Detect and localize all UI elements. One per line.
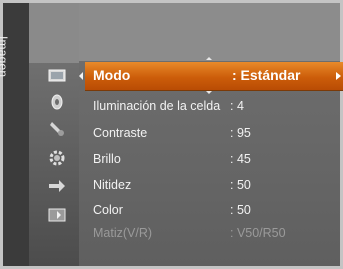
menu-item-label[interactable]: Contraste bbox=[93, 126, 147, 140]
scroll-up-arrow-icon[interactable] bbox=[206, 57, 212, 60]
menu-item-label[interactable]: Iluminación de la celda bbox=[93, 99, 220, 113]
menu-item-label[interactable]: Color bbox=[93, 203, 123, 217]
side-tab-text: Imagen bbox=[0, 36, 10, 78]
input-icon[interactable] bbox=[47, 176, 67, 196]
side-tab-label: Imagen bbox=[0, 36, 10, 102]
icon-column-shade bbox=[29, 3, 79, 63]
menu-item-value: : 50 bbox=[230, 203, 251, 217]
sound-icon[interactable] bbox=[47, 92, 67, 112]
selected-row-label: Modo bbox=[93, 67, 131, 83]
menu-item-label[interactable]: Nitidez bbox=[93, 178, 131, 192]
setup-icon[interactable] bbox=[47, 148, 67, 168]
menu-item-label[interactable]: Brillo bbox=[93, 152, 121, 166]
channel-icon[interactable] bbox=[47, 118, 67, 138]
menu-item-label-disabled: Matiz(V/R) bbox=[93, 226, 153, 240]
menu-item-value-disabled: : V50/R50 bbox=[230, 226, 286, 240]
right-arrow-icon[interactable] bbox=[336, 72, 341, 80]
menu-item-value: : 45 bbox=[230, 152, 251, 166]
scroll-down-arrow-icon[interactable] bbox=[206, 91, 212, 94]
menu-item-value: : 4 bbox=[230, 99, 244, 113]
selected-row-value: : Estándar bbox=[232, 67, 301, 83]
left-arrow-icon bbox=[79, 72, 83, 80]
menu-item-value: : 95 bbox=[230, 126, 251, 140]
application-icon[interactable] bbox=[47, 205, 67, 225]
tv-menu-screen: Imagen Modo : Estándar Iluminación de la… bbox=[0, 0, 343, 269]
menu-item-value: : 50 bbox=[230, 178, 251, 192]
picture-icon[interactable] bbox=[47, 66, 67, 86]
menu-header bbox=[79, 3, 340, 61]
